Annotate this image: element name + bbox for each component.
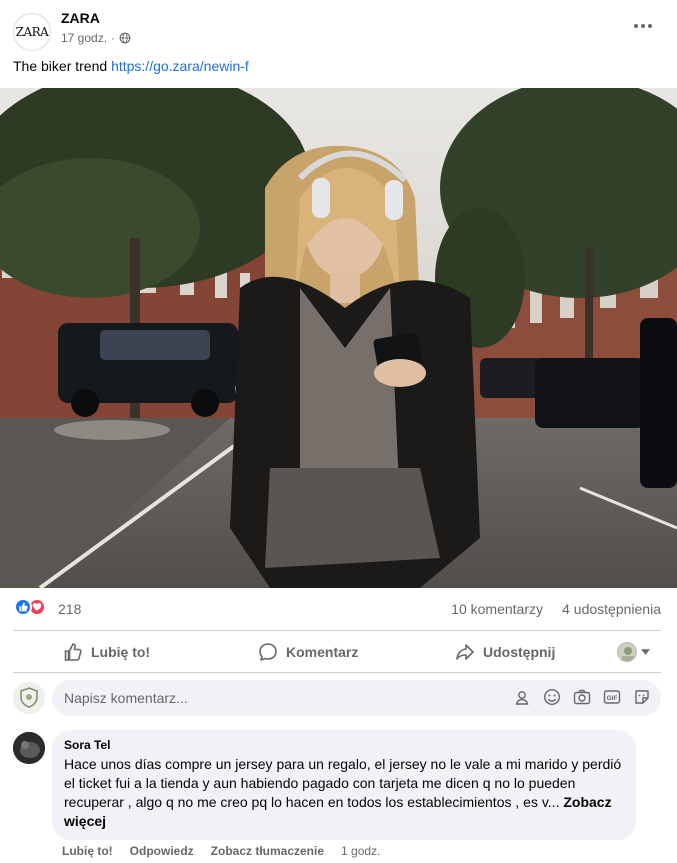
camera-icon[interactable] xyxy=(573,688,591,706)
more-horizontal-icon xyxy=(634,24,652,28)
comment-author[interactable]: Sora Tel xyxy=(64,738,624,752)
avatar-sticker-icon[interactable] xyxy=(513,688,531,706)
post-header: ZARA ZARA 17 godz. · xyxy=(0,0,677,52)
comment-body: Hace unos días compre un jersey para un … xyxy=(64,755,624,831)
post-stats: 218 10 komentarzy 4 udostępnienia xyxy=(0,596,677,622)
shares-count[interactable]: 4 udostępnienia xyxy=(562,601,661,617)
comment-like-link[interactable]: Lubię to! xyxy=(62,844,113,858)
comment-label: Komentarz xyxy=(286,644,359,660)
reaction-count[interactable]: 218 xyxy=(58,601,81,617)
divider xyxy=(13,630,661,631)
thumbs-up-icon xyxy=(64,643,82,661)
profile-avatar xyxy=(617,642,637,662)
share-button[interactable]: Udostępnij xyxy=(455,634,555,670)
emoji-icon[interactable] xyxy=(543,688,561,706)
commenter-avatar[interactable] xyxy=(13,732,45,764)
like-reaction-icon xyxy=(14,598,32,616)
page-name[interactable]: ZARA xyxy=(61,10,100,26)
caption-text: The biker trend xyxy=(13,58,112,74)
comment-bubble: Sora Tel Hace unos días compre un jersey… xyxy=(52,730,636,840)
post-caption: The biker trend https://go.zara/newin-f xyxy=(13,58,249,74)
comment-text: Hace unos días compre un jersey para un … xyxy=(64,756,622,810)
comment-reply-link[interactable]: Odpowiedz xyxy=(130,844,194,858)
post-meta: 17 godz. · xyxy=(61,31,131,45)
globe-icon xyxy=(119,32,131,44)
share-label: Udostępnij xyxy=(483,644,556,660)
speech-bubble-icon xyxy=(259,643,277,661)
more-options-button[interactable] xyxy=(629,14,657,38)
comment-time[interactable]: 1 godz. xyxy=(341,844,380,858)
reaction-profile-selector[interactable] xyxy=(617,634,650,670)
avatar-shield-icon xyxy=(13,682,45,714)
svg-text:GIF: GIF xyxy=(607,695,618,702)
photo-illustration xyxy=(0,88,677,588)
like-label: Lubię to! xyxy=(91,644,151,660)
zara-logo: ZARA xyxy=(15,25,49,39)
comment-composer: GIF xyxy=(13,680,661,718)
reaction-icons[interactable] xyxy=(14,598,46,616)
caret-down-icon xyxy=(641,649,650,655)
meta-separator: · xyxy=(111,31,116,45)
page-avatar[interactable]: ZARA xyxy=(13,13,51,51)
post-timestamp[interactable]: 17 godz. xyxy=(61,31,107,45)
action-bar: Lubię to! Komentarz Udostępnij xyxy=(13,632,661,672)
composer-tools: GIF xyxy=(513,688,651,706)
user-avatar[interactable] xyxy=(13,682,45,714)
like-button[interactable]: Lubię to! xyxy=(63,634,150,670)
gif-icon[interactable]: GIF xyxy=(603,688,621,706)
comments-count[interactable]: 10 komentarzy xyxy=(451,601,543,617)
comment-actions: Lubię to! Odpowiedz Zobacz tłumaczenie 1… xyxy=(62,844,397,858)
share-arrow-icon xyxy=(456,644,474,660)
comment-translate-link[interactable]: Zobacz tłumaczenie xyxy=(211,844,324,858)
divider xyxy=(13,672,661,673)
post-photo[interactable] xyxy=(0,88,677,588)
caption-link[interactable]: https://go.zara/newin-f xyxy=(111,58,249,74)
comment-button[interactable]: Komentarz xyxy=(258,634,358,670)
sticker-icon[interactable] xyxy=(633,688,651,706)
